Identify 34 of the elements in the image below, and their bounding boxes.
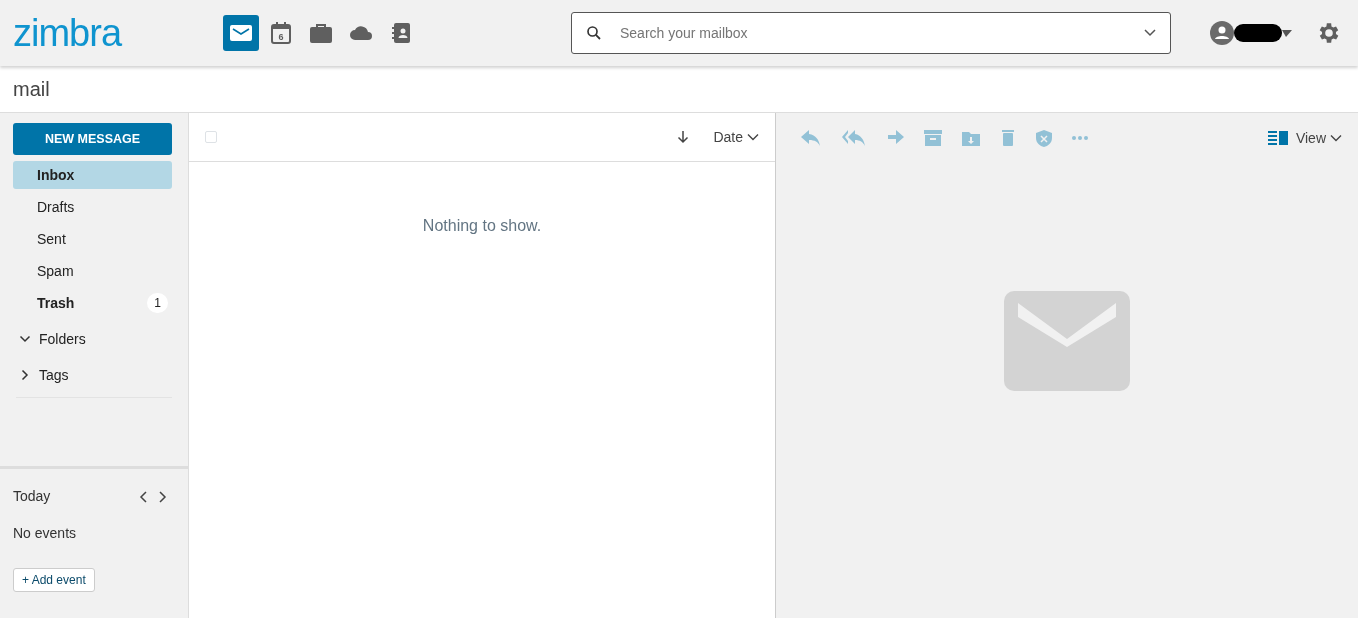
caret-icon xyxy=(747,133,759,141)
next-icon[interactable] xyxy=(157,490,167,503)
caret-icon xyxy=(1330,134,1342,142)
folder-item[interactable]: Inbox xyxy=(13,161,172,189)
chevron-right-icon[interactable] xyxy=(19,369,31,381)
folder-item[interactable]: Drafts xyxy=(13,193,172,221)
folder-item[interactable]: Spam xyxy=(13,257,172,285)
logo: zimbra xyxy=(13,14,123,52)
previous-icon[interactable] xyxy=(139,490,149,503)
chevron-down-icon[interactable] xyxy=(19,333,31,345)
calendar-title: Today xyxy=(13,487,51,506)
folder-group-label[interactable]: Folders xyxy=(39,328,86,350)
search-icon xyxy=(585,24,603,42)
sort-arrow-icon[interactable] xyxy=(677,130,690,144)
folder-group-label[interactable]: Tags xyxy=(39,364,69,386)
chevron-down-icon[interactable] xyxy=(1143,28,1157,38)
unread-count: 1 xyxy=(147,293,168,313)
view-dropdown[interactable]: View xyxy=(1295,127,1342,149)
new-message-button[interactable]: NEW MESSAGE xyxy=(13,123,172,155)
envelope-icon xyxy=(1004,290,1130,391)
search-field[interactable]: Search your mailbox xyxy=(571,12,1171,54)
reading-pane-icon[interactable] xyxy=(1267,130,1288,146)
page-title: mail xyxy=(13,77,50,102)
folder-item[interactable]: Trash 1 xyxy=(13,289,172,317)
redaction-mark xyxy=(1234,24,1282,42)
select-all-checkbox[interactable] xyxy=(205,131,217,143)
caret-icon[interactable] xyxy=(1282,29,1292,37)
sort-dropdown[interactable]: Date xyxy=(713,126,759,148)
empty-message: No events xyxy=(13,524,77,543)
mail-icon[interactable] xyxy=(223,15,259,51)
folder-item[interactable]: Sent xyxy=(13,225,172,253)
avatar-icon[interactable] xyxy=(1210,21,1234,45)
empty-message: Nothing to show. xyxy=(422,216,542,236)
add-event-button[interactable]: + Add event xyxy=(13,568,95,592)
